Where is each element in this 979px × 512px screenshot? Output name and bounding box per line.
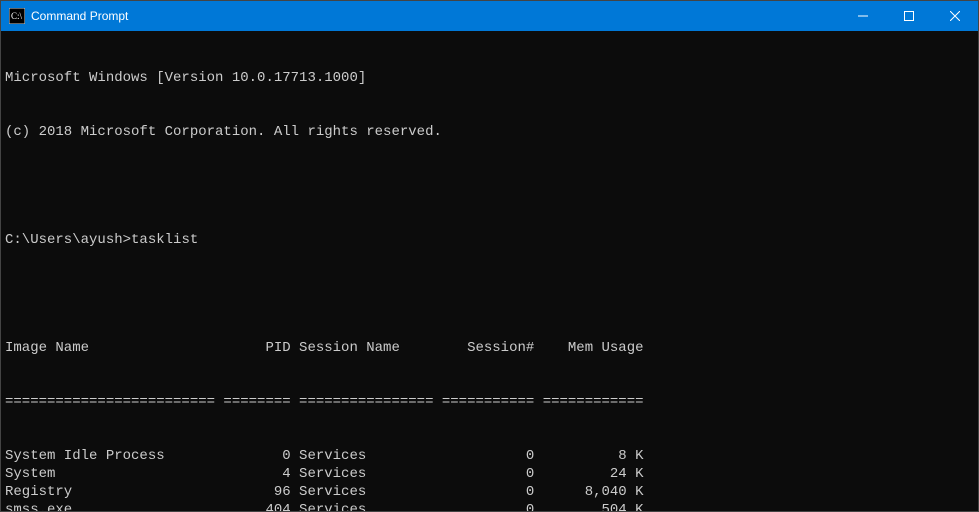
- maximize-icon: [904, 11, 914, 21]
- window-controls: [840, 1, 978, 31]
- blank-line: [5, 177, 974, 195]
- table-row: System Idle Process 0 Services 0 8 K: [5, 447, 974, 465]
- svg-text:C:\: C:\: [11, 11, 23, 21]
- table-row: smss.exe 404 Services 0 504 K: [5, 501, 974, 511]
- minimize-button[interactable]: [840, 1, 886, 31]
- table-separator: ========================= ======== =====…: [5, 393, 974, 411]
- table-header: Image Name PID Session Name Session# Mem…: [5, 339, 974, 357]
- command-prompt-window: C:\ Command Prompt Microsoft Windows [Ve…: [0, 0, 979, 512]
- minimize-icon: [858, 11, 868, 21]
- prompt-line: C:\Users\ayush>tasklist: [5, 231, 974, 249]
- prompt-command: tasklist: [131, 232, 198, 248]
- copyright-line: (c) 2018 Microsoft Corporation. All righ…: [5, 123, 974, 141]
- titlebar[interactable]: C:\ Command Prompt: [1, 1, 978, 31]
- version-line: Microsoft Windows [Version 10.0.17713.10…: [5, 69, 974, 87]
- app-icon: C:\: [9, 8, 25, 24]
- close-icon: [950, 11, 960, 21]
- maximize-button[interactable]: [886, 1, 932, 31]
- close-button[interactable]: [932, 1, 978, 31]
- terminal-output[interactable]: Microsoft Windows [Version 10.0.17713.10…: [1, 31, 978, 511]
- table-row: System 4 Services 0 24 K: [5, 465, 974, 483]
- table-row: Registry 96 Services 0 8,040 K: [5, 483, 974, 501]
- window-title: Command Prompt: [31, 9, 840, 23]
- process-list: System Idle Process 0 Services 0 8 KSyst…: [5, 447, 974, 511]
- prompt-path: C:\Users\ayush>: [5, 232, 131, 248]
- blank-line: [5, 285, 974, 303]
